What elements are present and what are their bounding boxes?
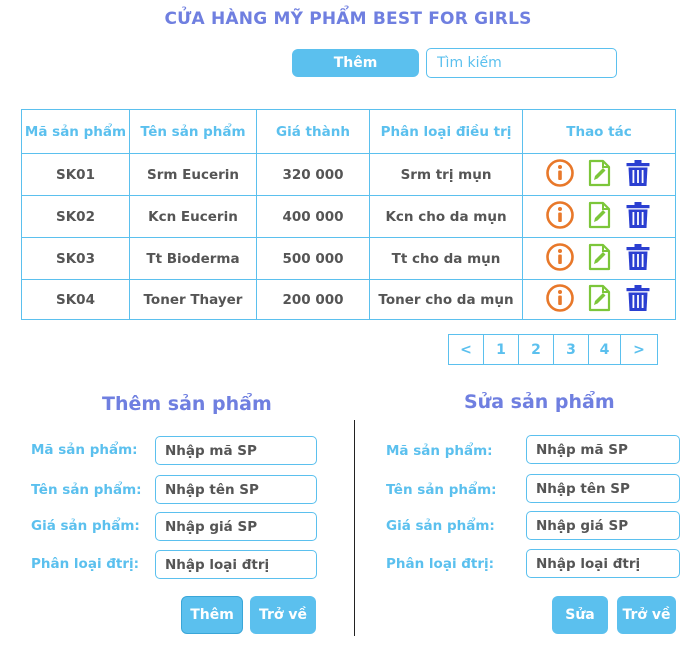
add-category-input[interactable] xyxy=(155,550,317,579)
edit-form-title: Sửa sản phẩm xyxy=(464,391,615,413)
info-icon[interactable] xyxy=(545,283,575,317)
add-price-label: Giá sản phẩm: xyxy=(31,518,140,534)
header-product-code: Mã sản phẩm xyxy=(21,109,130,154)
pagination-page-2[interactable]: 2 xyxy=(519,335,554,364)
trash-icon[interactable] xyxy=(623,242,653,276)
header-category: Phân loại điều trị xyxy=(369,109,523,154)
cell-actions xyxy=(522,279,676,320)
pagination-prev[interactable]: < xyxy=(449,335,484,364)
edit-category-input[interactable] xyxy=(526,549,680,578)
cell-category: Kcn cho da mụn xyxy=(369,195,523,238)
cell-code: SK01 xyxy=(21,153,130,196)
add-code-label: Mã sản phẩm: xyxy=(31,442,138,458)
cell-code: SK04 xyxy=(21,279,130,320)
add-code-input[interactable] xyxy=(155,436,317,465)
info-icon[interactable] xyxy=(545,200,575,234)
add-button[interactable]: Thêm xyxy=(292,49,419,77)
edit-icon[interactable] xyxy=(584,158,614,192)
edit-icon[interactable] xyxy=(584,242,614,276)
table-row: SK01 Srm Eucerin 320 000 Srm trị mụn xyxy=(21,153,676,196)
edit-name-label: Tên sản phẩm: xyxy=(386,482,497,498)
cell-category: Toner cho da mụn xyxy=(369,279,523,320)
row-actions xyxy=(523,283,675,317)
cell-category: Srm trị mụn xyxy=(369,153,523,196)
page-title: CỬA HÀNG MỸ PHẨM BEST FOR GIRLS xyxy=(164,9,532,29)
edit-price-input[interactable] xyxy=(526,511,680,540)
table-row: SK04 Toner Thayer 200 000 Toner cho da mụn xyxy=(21,279,676,320)
add-price-input[interactable] xyxy=(155,512,317,541)
trash-icon[interactable] xyxy=(623,200,653,234)
pagination-page-4[interactable]: 4 xyxy=(589,335,621,364)
add-form-title: Thêm sản phẩm xyxy=(102,393,272,415)
edit-code-input[interactable] xyxy=(526,435,680,464)
edit-icon[interactable] xyxy=(584,200,614,234)
edit-submit-button[interactable]: Sửa xyxy=(552,596,608,634)
pagination-page-3[interactable]: 3 xyxy=(554,335,589,364)
cell-price: 400 000 xyxy=(256,195,370,238)
cell-actions xyxy=(522,153,676,196)
cell-name: Kcn Eucerin xyxy=(129,195,257,238)
cell-code: SK03 xyxy=(21,237,130,280)
search-input[interactable] xyxy=(426,48,617,78)
trash-icon[interactable] xyxy=(623,283,653,317)
pagination-next[interactable]: > xyxy=(621,335,657,364)
cell-category: Tt cho da mụn xyxy=(369,237,523,280)
cell-actions xyxy=(522,195,676,238)
edit-icon[interactable] xyxy=(584,283,614,317)
form-divider xyxy=(354,420,355,636)
product-table: Mã sản phẩm Tên sản phẩm Giá thành Phân … xyxy=(21,109,676,320)
add-name-label: Tên sản phẩm: xyxy=(31,482,142,498)
cell-price: 500 000 xyxy=(256,237,370,280)
row-actions xyxy=(523,242,675,276)
header-product-name: Tên sản phẩm xyxy=(129,109,257,154)
cell-code: SK02 xyxy=(21,195,130,238)
info-icon[interactable] xyxy=(545,158,575,192)
cell-name: Tt Bioderma xyxy=(129,237,257,280)
table-row: SK02 Kcn Eucerin 400 000 Kcn cho da mụn xyxy=(21,195,676,238)
cell-name: Srm Eucerin xyxy=(129,153,257,196)
add-submit-button[interactable]: Thêm xyxy=(181,596,243,634)
cell-name: Toner Thayer xyxy=(129,279,257,320)
header-actions: Thao tác xyxy=(522,109,676,154)
pagination: < 1 2 3 4 > xyxy=(448,334,658,365)
edit-price-label: Giá sản phẩm: xyxy=(386,518,495,534)
add-category-label: Phân loại đtrị: xyxy=(31,556,140,572)
header-price: Giá thành xyxy=(256,109,370,154)
edit-category-label: Phân loại đtrị: xyxy=(386,556,495,572)
cell-price: 200 000 xyxy=(256,279,370,320)
edit-back-button[interactable]: Trở về xyxy=(617,596,676,634)
add-name-input[interactable] xyxy=(155,475,317,504)
add-back-button[interactable]: Trở về xyxy=(250,596,316,634)
cell-actions xyxy=(522,237,676,280)
trash-icon[interactable] xyxy=(623,158,653,192)
row-actions xyxy=(523,200,675,234)
edit-name-input[interactable] xyxy=(526,474,680,503)
pagination-page-1[interactable]: 1 xyxy=(484,335,519,364)
row-actions xyxy=(523,158,675,192)
info-icon[interactable] xyxy=(545,242,575,276)
table-header-row: Mã sản phẩm Tên sản phẩm Giá thành Phân … xyxy=(21,109,676,154)
table-row: SK03 Tt Bioderma 500 000 Tt cho da mụn xyxy=(21,237,676,280)
cell-price: 320 000 xyxy=(256,153,370,196)
edit-code-label: Mã sản phẩm: xyxy=(386,443,493,459)
